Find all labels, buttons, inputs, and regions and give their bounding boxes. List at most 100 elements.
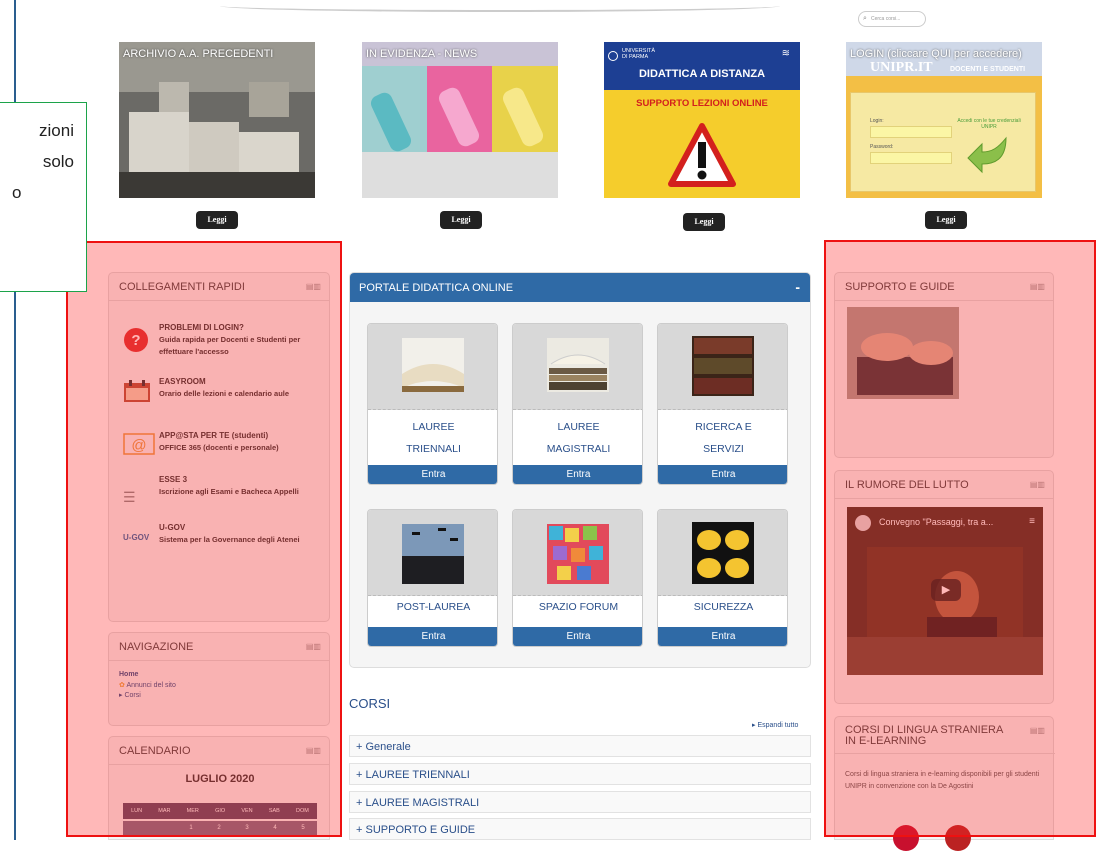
- wifi-icon: ≋: [781, 48, 790, 59]
- svg-text:?: ?: [131, 332, 140, 349]
- nav-annunci[interactable]: ✿ Annunci del sito: [119, 681, 176, 689]
- calendar-icon: [124, 380, 150, 402]
- card-lauree-triennali[interactable]: LAUREE TRIENNALI Entra: [367, 323, 498, 485]
- entra-button[interactable]: Entra: [513, 627, 642, 646]
- dock-icon[interactable]: ▤▥: [306, 642, 321, 651]
- card-lauree-magistrali[interactable]: LAUREE MAGISTRALI Entra: [512, 323, 643, 485]
- tile-caption: ARCHIVIO A.A. PRECEDENTI: [123, 48, 274, 60]
- top-decoration: [220, 0, 780, 12]
- calendar-day[interactable]: 4: [273, 825, 276, 831]
- card-label-2: SERVIZI: [703, 443, 744, 455]
- notice-line: o: [12, 183, 22, 202]
- course-category[interactable]: + SUPPORTO E GUIDE: [349, 818, 811, 840]
- block-text: Corsi di lingua straniera in e-learning …: [845, 771, 1040, 790]
- card-image: [513, 510, 642, 596]
- graduation-image: [402, 524, 464, 584]
- video-player[interactable]: Convegno "Passaggi, tra a... ≡ ▶: [847, 507, 1043, 675]
- nav-corsi[interactable]: ▸ Corsi: [119, 691, 141, 699]
- block-title: CORSI DI LINGUA STRANIERA IN E-LEARNING: [845, 725, 1003, 747]
- expand-all-label: Espandi tutto: [757, 722, 799, 729]
- video-title: Convegno "Passaggi, tra a...: [879, 517, 994, 527]
- search-input[interactable]: ⌕ Cerca corsi...: [858, 11, 926, 27]
- link-appsta[interactable]: @ APP@STA PER TE (studenti) OFFICE 365 (…: [123, 431, 323, 455]
- help-icon: ?: [124, 328, 148, 352]
- leggi-button[interactable]: Leggi: [440, 211, 482, 229]
- calendar-day[interactable]: 3: [245, 825, 248, 831]
- leggi-button[interactable]: Leggi: [925, 211, 967, 229]
- card-label-1: SICUREZZA: [693, 601, 754, 613]
- block-header: NAVIGAZIONE ▤▥: [109, 633, 329, 661]
- entra-button[interactable]: Entra: [513, 465, 642, 484]
- link-title: APP@STA PER TE (studenti): [159, 431, 269, 440]
- tile-login[interactable]: UNIPR.IT DOCENTI E STUDENTI Login: Passw…: [846, 42, 1042, 198]
- leggi-button[interactable]: Leggi: [683, 213, 725, 231]
- entra-button[interactable]: Entra: [658, 627, 787, 646]
- link-ugov[interactable]: U-GOV U-GOV Sistema per la Governance de…: [123, 523, 323, 546]
- tile-archivio[interactable]: ARCHIVIO A.A. PRECEDENTI: [119, 42, 315, 198]
- weekday: DOM: [296, 808, 309, 814]
- course-category[interactable]: + LAUREE MAGISTRALI: [349, 791, 811, 813]
- course-category-label: LAUREE TRIENNALI: [365, 769, 470, 781]
- portal-title: PORTALE DIDATTICA ONLINE: [359, 282, 514, 294]
- dock-icon[interactable]: ▤▥: [306, 746, 321, 755]
- block-title: SUPPORTO E GUIDE: [845, 281, 955, 293]
- block-lingua: CORSI DI LINGUA STRANIERA IN E-LEARNING …: [834, 716, 1055, 851]
- leggi-button[interactable]: Leggi: [196, 211, 238, 229]
- card-label-1: LAUREE: [557, 421, 600, 433]
- card-image: [368, 510, 497, 596]
- dock-icon[interactable]: ▤▥: [1030, 726, 1045, 735]
- course-category[interactable]: + Generale: [349, 735, 811, 757]
- login-label: Login:: [870, 118, 884, 124]
- course-category-label: Generale: [365, 741, 411, 753]
- entra-button[interactable]: Entra: [368, 627, 497, 646]
- card-spazio-forum[interactable]: SPAZIO FORUM Entra: [512, 509, 643, 647]
- course-category-label: SUPPORTO E GUIDE: [365, 824, 476, 836]
- block-title: IL RUMORE DEL LUTTO: [845, 479, 969, 491]
- card-label: SPAZIO FORUM: [513, 596, 642, 618]
- calendar-dates: 1 2 3 4 5: [123, 821, 317, 835]
- minimize-icon[interactable]: -: [795, 279, 800, 295]
- block-title: COLLEGAMENTI RAPIDI: [119, 281, 245, 293]
- card-ricerca-servizi[interactable]: RICERCA E SERVIZI Entra: [657, 323, 788, 485]
- nav-home[interactable]: Home: [119, 671, 138, 678]
- password-label: Password:: [870, 144, 894, 150]
- calendar-day[interactable]: 2: [217, 825, 220, 831]
- uni-logo-text: UNIVERSITÀ DI PARMA: [622, 48, 656, 60]
- weekday: VEN: [241, 808, 253, 814]
- tile-news[interactable]: IN EVIDENZA - NEWS: [362, 42, 558, 198]
- entra-button[interactable]: Entra: [368, 465, 497, 484]
- link-esse3[interactable]: ☰ ESSE 3 Iscrizione agli Esami e Bacheca…: [123, 475, 323, 505]
- dock-icon[interactable]: ▤▥: [306, 282, 321, 291]
- link-title: EASYROOM: [159, 377, 206, 386]
- calendar-day[interactable]: 5: [301, 825, 304, 831]
- link-sub: OFFICE 365 (docenti e personale): [159, 443, 279, 452]
- block-title: NAVIGAZIONE: [119, 641, 194, 653]
- link-sub: Iscrizione agli Esami e Bacheca Appelli: [159, 487, 299, 496]
- search-placeholder: Cerca corsi...: [871, 16, 901, 22]
- card-post-laurea[interactable]: POST-LAUREA Entra: [367, 509, 498, 647]
- card-label-2: MAGISTRALI: [546, 443, 611, 455]
- card-label: LAUREE TRIENNALI: [368, 416, 497, 460]
- weekday: GIO: [215, 808, 226, 814]
- entra-button[interactable]: Entra: [658, 465, 787, 484]
- calendar-day[interactable]: 1: [189, 825, 192, 831]
- course-category[interactable]: + LAUREE TRIENNALI: [349, 763, 811, 785]
- link-sub: Orario delle lezioni e calendario aule: [159, 389, 290, 398]
- link-easyroom[interactable]: EASYROOM Orario delle lezioni e calendar…: [123, 377, 323, 402]
- notice-line: solo: [42, 152, 74, 171]
- didattica-subtitle: SUPPORTO LEZIONI ONLINE: [636, 98, 768, 109]
- link-sub: Guida rapida per Docenti e Studenti per …: [159, 335, 301, 356]
- dock-icon[interactable]: ▤▥: [1030, 282, 1045, 291]
- laptop-typing-image: [847, 307, 959, 399]
- card-sicurezza[interactable]: SICUREZZA Entra: [657, 509, 788, 647]
- card-image: [513, 324, 642, 410]
- link-login-help[interactable]: ? PROBLEMI DI LOGIN? Guida rapida per Do…: [123, 323, 323, 358]
- playlist-icon[interactable]: ≡: [1029, 516, 1035, 527]
- block-calendario: CALENDARIO ▤▥ LUGLIO 2020 LUN MAR MER GIO…: [108, 736, 330, 840]
- expand-all-link[interactable]: ▸ Espandi tutto: [752, 721, 798, 729]
- tile-didattica[interactable]: UNIVERSITÀ DI PARMA ≋ DIDATTICA A DISTAN…: [604, 42, 800, 198]
- dock-icon[interactable]: ▤▥: [1030, 480, 1045, 489]
- block-supporto: SUPPORTO E GUIDE ▤▥: [834, 272, 1054, 458]
- warning-icon: [668, 123, 736, 187]
- play-icon[interactable]: ▶: [931, 579, 961, 601]
